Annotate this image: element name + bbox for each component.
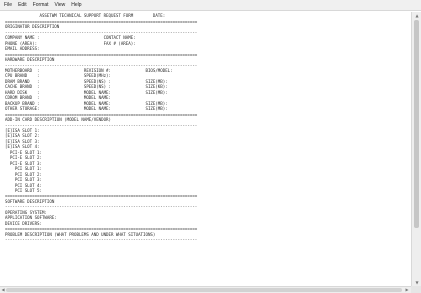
vertical-scroll-thumb[interactable] [414, 20, 419, 228]
document-text[interactable]: ASSETWM TECHNICAL SUPPORT REQUEST FORM D… [5, 12, 197, 242]
scroll-down-arrow-icon[interactable]: ▼ [412, 279, 421, 286]
horizontal-scrollbar[interactable]: ◀ ▶ [0, 286, 411, 293]
menu-bar: File Edit Format View Help [0, 0, 421, 11]
menu-view[interactable]: View [55, 2, 66, 8]
menu-file[interactable]: File [4, 2, 12, 8]
menu-help[interactable]: Help [71, 2, 81, 8]
notepad-window: File Edit Format View Help ASSETWM TECHN… [0, 0, 421, 293]
text-editor-area[interactable]: ASSETWM TECHNICAL SUPPORT REQUEST FORM D… [0, 12, 411, 286]
menu-format[interactable]: Format [33, 2, 49, 8]
menu-edit[interactable]: Edit [18, 2, 27, 8]
scroll-right-arrow-icon[interactable]: ▶ [404, 287, 410, 293]
scroll-up-arrow-icon[interactable]: ▲ [412, 12, 421, 19]
vertical-scrollbar[interactable]: ▲ ▼ [411, 12, 421, 286]
scrollbar-corner [411, 286, 421, 293]
horizontal-scroll-thumb[interactable] [6, 288, 402, 292]
